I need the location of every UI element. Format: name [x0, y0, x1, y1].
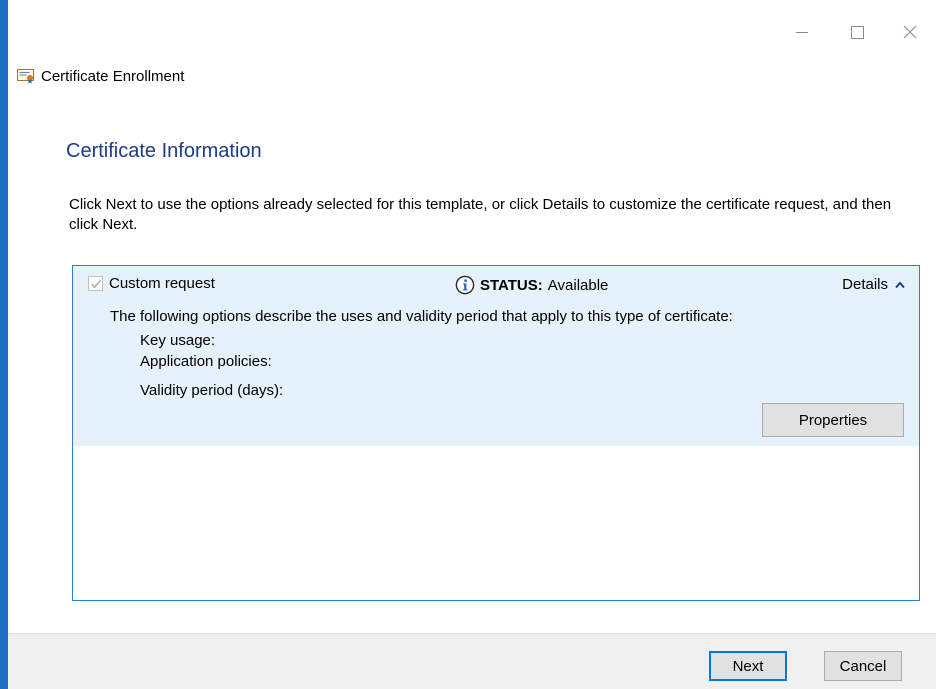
close-icon	[903, 25, 917, 39]
instructions-text: Click Next to use the options already se…	[69, 196, 892, 233]
certificate-enrollment-window: Certificate Enrollment Certificate Infor…	[8, 0, 936, 689]
maximize-button[interactable]	[828, 18, 882, 46]
properties-button[interactable]: Properties	[762, 403, 904, 437]
details-label: Details	[842, 276, 888, 293]
window-title: Certificate Enrollment	[41, 67, 185, 85]
request-entry[interactable]: Custom request STATUS: Available Details…	[73, 266, 919, 446]
key-usage-label: Key usage:	[140, 332, 216, 349]
details-toggle[interactable]: Details	[842, 276, 905, 293]
custom-request-row: Custom request	[88, 275, 215, 292]
custom-request-label: Custom request	[109, 275, 215, 292]
next-button[interactable]: Next	[709, 651, 787, 681]
window-titlebar: Certificate Enrollment	[17, 66, 184, 86]
validity-period-label: Validity period (days):	[140, 382, 284, 399]
status-label: STATUS:	[480, 276, 543, 294]
certificate-request-list: Custom request STATUS: Available Details…	[72, 265, 920, 601]
options-description: The following options describe the uses …	[110, 308, 733, 325]
close-button[interactable]	[882, 18, 936, 46]
check-icon	[91, 279, 102, 289]
custom-request-checkbox[interactable]	[88, 276, 103, 291]
status-indicator: STATUS: Available	[455, 275, 608, 295]
cancel-button[interactable]: Cancel	[824, 651, 902, 681]
info-icon	[455, 275, 475, 295]
certificate-icon	[17, 68, 35, 84]
background-window-edge	[0, 0, 8, 689]
dialog-footer: Next Cancel	[8, 633, 936, 689]
page-title: Certificate Information	[66, 140, 262, 162]
minimize-button[interactable]	[774, 18, 828, 46]
chevron-up-icon	[895, 280, 905, 288]
caption-buttons	[774, 18, 936, 46]
status-value: Available	[547, 276, 609, 294]
application-policies-label: Application policies:	[140, 353, 272, 370]
